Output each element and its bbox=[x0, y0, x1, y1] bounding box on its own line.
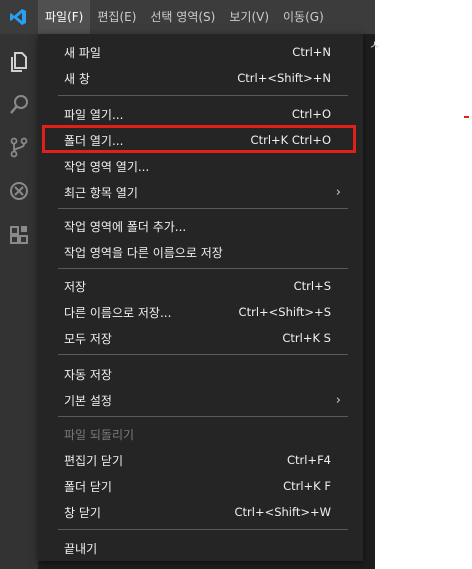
menu-item-auto-save[interactable]: 자동 저장 bbox=[38, 362, 363, 386]
save-as-shortcut: Ctrl+<Shift>+S bbox=[238, 305, 331, 319]
menu-item-save-all[interactable]: 모두 저장 Ctrl+K S bbox=[38, 326, 363, 350]
explorer-icon[interactable] bbox=[9, 51, 29, 73]
menu-separator bbox=[58, 529, 348, 530]
debug-icon[interactable] bbox=[9, 180, 29, 202]
menu-item-save-as[interactable]: 다른 이름으로 저장... Ctrl+<Shift>+S bbox=[38, 300, 363, 324]
menu-item-close-window[interactable]: 창 닫기 Ctrl+<Shift>+W bbox=[38, 500, 363, 524]
exit-label: 끝내기 bbox=[64, 541, 98, 556]
menu-edit[interactable]: 편집(E) bbox=[90, 0, 143, 34]
vscode-logo-icon bbox=[10, 9, 26, 25]
activity-bar bbox=[0, 34, 38, 569]
source-control-icon[interactable] bbox=[9, 136, 29, 158]
menu-item-preferences[interactable]: 기본 설정 › bbox=[38, 388, 363, 412]
new-window-shortcut: Ctrl+<Shift>+N bbox=[237, 71, 331, 85]
preferences-label: 기본 설정 bbox=[64, 393, 112, 408]
menu-item-open-file[interactable]: 파일 열기... Ctrl+O bbox=[38, 102, 363, 126]
open-workspace-label: 작업 영역 열기... bbox=[64, 159, 150, 174]
revert-file-label: 파일 되돌리기 bbox=[64, 427, 135, 442]
menu-separator bbox=[58, 208, 348, 209]
open-file-shortcut: Ctrl+O bbox=[291, 107, 331, 121]
extensions-icon[interactable] bbox=[9, 224, 29, 246]
close-window-shortcut: Ctrl+<Shift>+W bbox=[234, 505, 331, 519]
close-editor-label: 편집기 닫기 bbox=[64, 453, 124, 468]
close-folder-shortcut: Ctrl+K F bbox=[283, 479, 331, 493]
title-bar: 파일(F) 편집(E) 선택 영역(S) 보기(V) 이동(G) bbox=[0, 0, 375, 34]
auto-save-label: 자동 저장 bbox=[64, 367, 112, 382]
menu-item-close-editor[interactable]: 편집기 닫기 Ctrl+F4 bbox=[38, 448, 363, 472]
menu-item-save-workspace-as[interactable]: 작업 영역을 다른 이름으로 저장 bbox=[38, 240, 363, 264]
menu-item-close-folder[interactable]: 폴더 닫기 Ctrl+K F bbox=[38, 474, 363, 498]
close-editor-shortcut: Ctrl+F4 bbox=[286, 453, 331, 467]
menu-item-add-folder-to-workspace[interactable]: 작업 영역에 폴더 추가... bbox=[38, 214, 363, 238]
menu-item-open-recent[interactable]: 최근 항목 열기 › bbox=[38, 180, 363, 204]
save-all-shortcut: Ctrl+K S bbox=[282, 331, 331, 345]
close-folder-label: 폴더 닫기 bbox=[64, 479, 112, 494]
add-folder-to-workspace-label: 작업 영역에 폴더 추가... bbox=[64, 219, 187, 234]
save-workspace-as-label: 작업 영역을 다른 이름으로 저장 bbox=[64, 245, 223, 260]
menu-bar: 파일(F) 편집(E) 선택 영역(S) 보기(V) 이동(G) bbox=[38, 0, 331, 34]
new-file-label: 새 파일 bbox=[64, 45, 101, 60]
chevron-right-icon: › bbox=[335, 184, 341, 200]
open-file-label: 파일 열기... bbox=[64, 107, 124, 122]
save-shortcut: Ctrl+S bbox=[293, 279, 331, 293]
editor-clipped-text: ㅅ bbox=[369, 38, 381, 52]
save-all-label: 모두 저장 bbox=[64, 331, 112, 346]
menu-item-revert-file: 파일 되돌리기 bbox=[38, 422, 363, 446]
open-recent-label: 최근 항목 열기 bbox=[64, 185, 138, 200]
menu-separator bbox=[58, 416, 348, 417]
menu-go[interactable]: 이동(G) bbox=[276, 0, 331, 34]
menu-item-save[interactable]: 저장 Ctrl+S bbox=[38, 274, 363, 298]
chevron-right-icon: › bbox=[335, 392, 341, 408]
menu-item-new-file[interactable]: 새 파일 Ctrl+N bbox=[38, 40, 363, 64]
menu-item-open-workspace[interactable]: 작업 영역 열기... bbox=[38, 154, 363, 178]
menu-separator bbox=[58, 268, 348, 269]
save-label: 저장 bbox=[64, 279, 87, 294]
file-menu-dropdown: 새 파일 Ctrl+N 새 창 Ctrl+<Shift>+N 파일 열기... … bbox=[38, 34, 363, 561]
search-icon[interactable] bbox=[9, 94, 29, 116]
vscode-window: 파일(F) 편집(E) 선택 영역(S) 보기(V) 이동(G) ㅅ 새 파일 … bbox=[0, 0, 380, 569]
open-folder-highlight-box bbox=[42, 125, 356, 153]
new-file-shortcut: Ctrl+N bbox=[292, 45, 331, 59]
menu-item-exit[interactable]: 끝내기 bbox=[38, 536, 363, 560]
new-window-label: 새 창 bbox=[64, 71, 90, 86]
save-as-label: 다른 이름으로 저장... bbox=[64, 305, 172, 320]
annotation-mark bbox=[464, 116, 469, 118]
menu-item-new-window[interactable]: 새 창 Ctrl+<Shift>+N bbox=[38, 66, 363, 90]
menu-file[interactable]: 파일(F) bbox=[38, 0, 91, 34]
menu-view[interactable]: 보기(V) bbox=[222, 0, 276, 34]
menu-selection[interactable]: 선택 영역(S) bbox=[143, 0, 222, 34]
screenshot-frame: 파일(F) 편집(E) 선택 영역(S) 보기(V) 이동(G) ㅅ 새 파일 … bbox=[0, 0, 472, 569]
menu-separator bbox=[58, 95, 348, 96]
menu-separator bbox=[58, 354, 348, 355]
close-window-label: 창 닫기 bbox=[64, 505, 101, 520]
